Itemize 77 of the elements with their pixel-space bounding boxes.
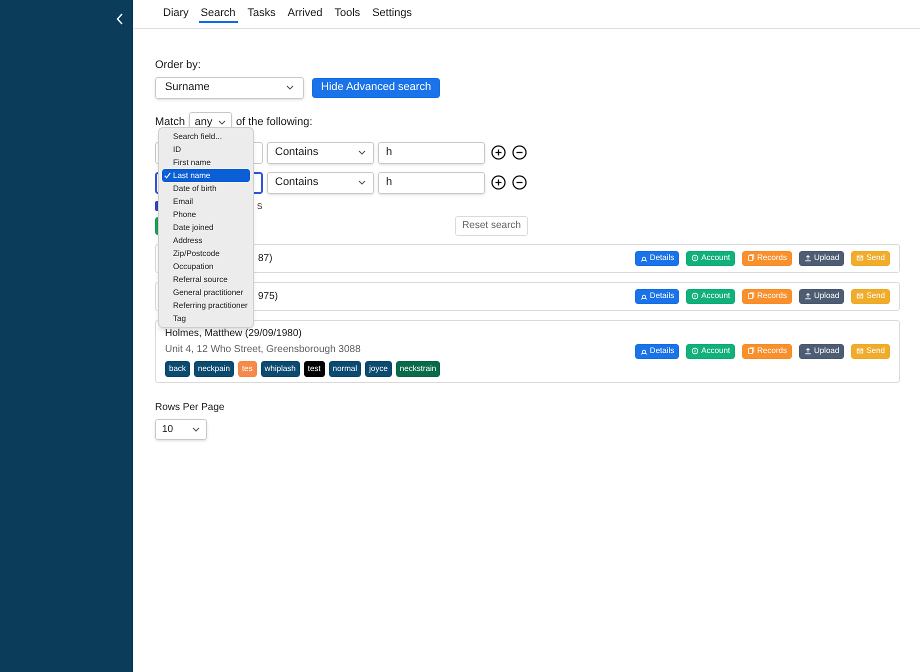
rows-per-page-label: Rows Per Page <box>155 400 226 414</box>
menu-item[interactable]: Date of birth <box>162 182 250 195</box>
menu-item[interactable]: Phone <box>162 208 250 221</box>
upload-button[interactable]: Upload <box>798 250 844 266</box>
account-icon <box>691 254 700 262</box>
account-icon <box>691 292 700 300</box>
menu-item[interactable]: First name <box>162 156 250 169</box>
tag-label: neckpain <box>194 360 234 376</box>
menu-item[interactable]: ID <box>162 143 250 156</box>
upload-icon <box>804 292 812 300</box>
tag-label: test <box>304 360 325 376</box>
upload-icon <box>804 254 812 262</box>
menu-item[interactable]: Occupation <box>162 260 250 273</box>
patient-address: Unit 4, 12 Who Street, Greensborough 3088 <box>165 342 362 356</box>
upload-icon <box>804 347 812 355</box>
records-icon <box>747 292 756 300</box>
nav-tab[interactable]: Arrived <box>286 6 324 23</box>
remove-icon[interactable] <box>512 145 527 160</box>
details-icon <box>640 292 648 300</box>
patient-name: Holmes, Matthew (29/09/1980) <box>165 326 303 340</box>
operator-select[interactable]: Contains <box>267 172 374 194</box>
operator-select[interactable]: Contains <box>267 142 374 164</box>
rows-per-page-select[interactable]: 10 <box>155 418 207 440</box>
nav-tab[interactable]: Settings <box>370 6 414 23</box>
match-label: Match <box>155 115 185 130</box>
menu-item[interactable]: Zip/Postcode <box>162 247 250 260</box>
order-by-label: Order by: <box>155 58 202 73</box>
add-icon[interactable] <box>491 175 506 190</box>
add-icon[interactable] <box>491 145 506 160</box>
send-icon <box>856 254 864 262</box>
chevron-down-icon <box>358 150 366 155</box>
details-icon <box>640 254 648 262</box>
nav-tab[interactable]: Tools <box>332 6 362 23</box>
chevron-down-icon <box>218 120 226 125</box>
details-button[interactable]: Details <box>634 288 680 304</box>
records-icon <box>747 254 756 262</box>
records-icon <box>747 347 756 355</box>
menu-item[interactable]: General practitioner <box>162 286 250 299</box>
reset-search-button[interactable]: Reset search <box>455 216 528 236</box>
nav-tab[interactable]: Tasks <box>246 6 278 23</box>
upload-button[interactable]: Upload <box>798 344 844 358</box>
tag-label: normal <box>328 360 362 376</box>
menu-item[interactable]: Referral source <box>162 273 250 286</box>
details-button[interactable]: Details <box>634 250 680 266</box>
tag-label: joyce <box>365 360 392 376</box>
remove-icon[interactable] <box>512 175 527 190</box>
chevron-down-icon <box>358 180 366 185</box>
nav-tab[interactable]: Diary <box>161 6 191 23</box>
nav-tab[interactable]: Search <box>198 6 238 23</box>
menu-item[interactable]: Tag <box>162 312 250 325</box>
tag-label: whiplash <box>260 360 300 376</box>
patient-name: 87) <box>258 252 272 266</box>
order-by-select[interactable]: Surname <box>155 76 304 98</box>
send-icon <box>856 347 864 355</box>
send-icon <box>856 292 864 300</box>
value-field[interactable]: h <box>378 142 485 164</box>
match-suffix-label: of the following: <box>236 115 312 130</box>
patient-name: 975) <box>258 290 278 304</box>
menu-item[interactable]: Referring practitioner <box>162 299 250 312</box>
menu-item[interactable]: Date joined <box>162 221 250 234</box>
chevron-down-icon <box>192 426 200 432</box>
tag-label: neckstrain <box>396 360 440 376</box>
details-button[interactable]: Details <box>634 344 680 358</box>
value-field[interactable]: h <box>378 172 485 194</box>
tag-label: tes <box>238 360 257 376</box>
back-icon[interactable] <box>116 13 124 25</box>
checkbox-label: s <box>257 198 262 214</box>
menu-item[interactable]: Email <box>162 195 250 208</box>
hide-advanced-search-button[interactable]: Hide Advanced search <box>312 78 440 98</box>
tag-label: back <box>165 360 190 376</box>
details-icon <box>640 347 648 355</box>
menu-item[interactable]: Last name <box>162 169 250 182</box>
chevron-down-icon <box>286 85 294 90</box>
upload-button[interactable]: Upload <box>798 288 844 304</box>
check-icon <box>164 172 171 179</box>
account-icon <box>691 347 700 355</box>
menu-item[interactable]: Address <box>162 234 250 247</box>
